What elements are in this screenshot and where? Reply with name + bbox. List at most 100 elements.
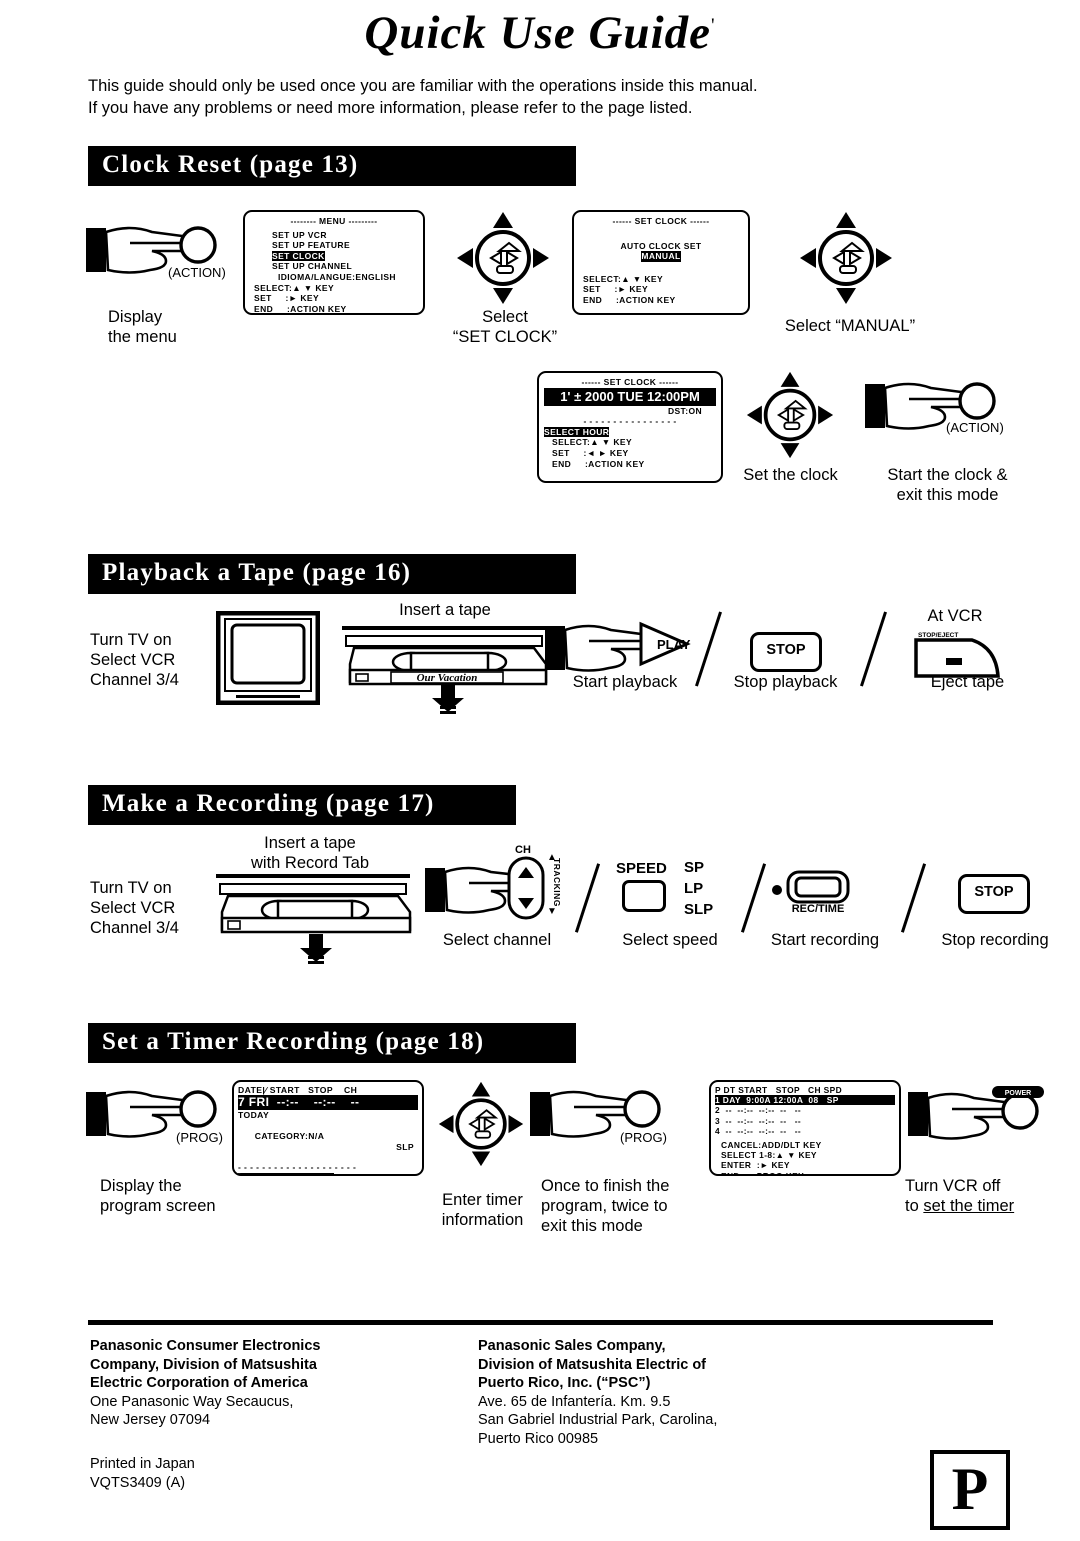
footer-left-line4: One Panasonic Way Secaucus,	[90, 1393, 294, 1410]
playback-insert-caption: Insert a tape	[399, 601, 491, 619]
speed-label: SPEED	[616, 860, 667, 877]
playback-tv-line1: Turn TV on	[90, 631, 172, 649]
svg-text:Our Vacation: Our Vacation	[417, 672, 478, 684]
section-banner-playback: Playback a Tape (page 16)	[88, 554, 576, 594]
recording-start-caption: Start recording	[770, 931, 880, 949]
osd-list-key-2: ENTER :► KEY	[721, 1160, 790, 1171]
osd-list-header: P DT START STOP CH SPD	[715, 1085, 843, 1095]
osd-setclock-auto: AUTO CLOCK SET	[620, 240, 702, 251]
tracking-label-text: TRACKING	[552, 858, 562, 907]
clock-step1-line1: Display	[108, 308, 163, 326]
speed-option-slp: SLP	[684, 901, 714, 918]
recording-tv-line3: Channel 3/4	[90, 919, 179, 937]
recording-insert-line2: with Record Tab	[250, 854, 369, 872]
footer-address-left: Panasonic Consumer Electronics Company, …	[90, 1337, 450, 1430]
vhs-tape-record-tab-icon	[210, 872, 416, 964]
timer-step1-caption: Display the program screen	[100, 1176, 216, 1216]
recording-tv-line2: Select VCR	[90, 899, 176, 917]
footer-printed-line1: Printed in Japan	[90, 1456, 195, 1472]
intro-paragraph: This guide should only be used once you …	[88, 75, 968, 119]
timer-step4-caption: Turn VCR off to set the timer	[905, 1176, 1014, 1216]
osd-clockset-highlight: SELECT HOUR	[544, 426, 610, 438]
tracking-down-arrow-icon: ▼	[547, 906, 557, 917]
quick-use-guide-page: Quick Use Guide' This guide should only …	[0, 0, 1080, 1541]
timer-step3-caption: Once to finish the program, twice to exi…	[541, 1176, 669, 1236]
playback-tv-caption: Turn TV on Select VCR Channel 3/4	[90, 630, 179, 690]
step-divider-2	[860, 611, 887, 687]
clock-step3-caption: Select “MANUAL”	[784, 317, 916, 335]
stop-button-recording[interactable]: STOP	[958, 874, 1030, 914]
osd-list-row-3: 3 -- --:-- --:-- -- --	[715, 1115, 802, 1126]
timer-step4-line1: Turn VCR off	[905, 1177, 1001, 1195]
arrow-pad-icon-2	[798, 210, 894, 306]
recording-insert-caption: Insert a tape with Record Tab	[200, 833, 420, 873]
speed-button[interactable]	[622, 880, 666, 912]
clock-step2-line1: Select	[482, 308, 528, 326]
arrow-pad-icon-4	[437, 1080, 525, 1168]
footer-left-line2: Company, Division of Matsushita	[90, 1356, 317, 1373]
playback-eject-caption: Eject tape	[930, 673, 1005, 691]
osd-menu-key-1: SET :► KEY	[254, 293, 320, 304]
osd-setclock-manual: MANUAL	[641, 251, 681, 262]
clock-step4-caption: Set the clock	[743, 466, 838, 484]
step-divider-3	[574, 863, 601, 933]
osd-clockset-dst: DST:ON	[667, 405, 702, 416]
stop-button-playback[interactable]: STOP	[750, 632, 822, 672]
speed-option-sp: SP	[684, 859, 705, 876]
osd-program-category: CATEGORY:N/A	[254, 1131, 325, 1142]
timer-step2-line1: Enter timer	[442, 1191, 523, 1209]
timer-step3-line3: exit this mode	[541, 1217, 643, 1235]
osd-menu-item-4: IDIOMA/LANGUE:ENGLISH	[278, 271, 396, 282]
section-banner-clock-reset: Clock Reset (page 13)	[88, 146, 576, 186]
arrow-pad-icon-3	[745, 370, 835, 460]
osd-menu-item-1: SET UP FEATURE	[272, 240, 351, 251]
footer-right-line6: Puerto Rico 00985	[478, 1430, 599, 1447]
osd-setclock-screen: ------ SET CLOCK ------ AUTO CLOCK SET M…	[572, 210, 750, 315]
step-divider-4	[740, 863, 767, 933]
speed-option-lp: LP	[684, 880, 704, 897]
set-the-timer-link[interactable]: set the timer	[923, 1197, 1014, 1215]
osd-list-key-3: END :PROG KEY	[721, 1170, 805, 1176]
footer-right-line1: Panasonic Sales Company,	[478, 1338, 666, 1354]
recording-insert-line1: Insert a tape	[264, 834, 356, 852]
timer-step4-prefix: to	[905, 1197, 924, 1215]
timer-step3-line1: Once to finish the	[541, 1177, 670, 1195]
hand-press-power-icon: POWER	[908, 1086, 1048, 1148]
step-divider-5	[900, 863, 927, 933]
osd-menu-key-0: SELECT:▲ ▼ KEY	[254, 282, 335, 293]
osd-timer-list-screen: P DT START STOP CH SPD 1 DAY 9:00A 12:00…	[709, 1080, 901, 1176]
osd-list-row-4: 4 -- --:-- --:-- -- --	[715, 1125, 802, 1136]
playback-at-vcr-label: At VCR	[927, 607, 983, 625]
footer-right-line3: Puerto Rico, Inc. (“PSC”)	[478, 1375, 651, 1391]
timer-step2-line2: information	[441, 1211, 524, 1229]
footer-right-line4: Ave. 65 de Infantería. Km. 9.5	[478, 1393, 671, 1410]
tracking-up-arrow-icon: ▲	[547, 852, 557, 863]
section-banner-recording: Make a Recording (page 17)	[88, 785, 516, 825]
osd-list-key-1: SELECT 1-8:▲ ▼ KEY	[721, 1150, 817, 1161]
footer-left-line1: Panasonic Consumer Electronics	[90, 1338, 321, 1354]
speed-options: SP LP SLP	[684, 857, 713, 920]
prog-label-2: (PROG)	[620, 1130, 667, 1145]
osd-program-row: 7 FRI --:-- --:-- --	[238, 1095, 418, 1111]
recording-stop-caption: Stop recording	[941, 931, 1049, 949]
svg-text:PLAY: PLAY	[657, 637, 691, 652]
footer-left-line5: New Jersey 07094	[90, 1412, 211, 1428]
osd-list-key-0: CANCEL:ADD/DLT KEY	[721, 1140, 822, 1151]
osd-program-header: DATE|∕ START STOP CH	[238, 1085, 358, 1095]
channel-rocker-icon[interactable]	[506, 855, 546, 921]
action-label-1: (ACTION)	[168, 265, 226, 280]
osd-setclock-key-1: SET :► KEY	[583, 284, 649, 295]
page-title: Quick Use Guide'	[0, 6, 1080, 60]
footer-divider	[88, 1320, 993, 1325]
intro-line-1: This guide should only be used once you …	[88, 77, 758, 95]
rec-time-button[interactable]: REC/TIME	[770, 866, 856, 915]
arrow-pad-icon-1	[455, 210, 551, 306]
footer-left-line3: Electric Corporation of America	[90, 1375, 308, 1391]
playback-start-caption: Start playback	[572, 673, 678, 691]
timer-step4-line2: to set the timer	[905, 1196, 1014, 1216]
title-tick-mark: '	[710, 14, 716, 37]
osd-menu-screen: -------- MENU --------- SET UP VCR SET U…	[243, 210, 425, 315]
osd-program-speed: SLP	[396, 1141, 414, 1152]
svg-text:STOP/EJECT: STOP/EJECT	[918, 632, 958, 639]
osd-menu-item-0: SET UP VCR	[272, 229, 327, 240]
